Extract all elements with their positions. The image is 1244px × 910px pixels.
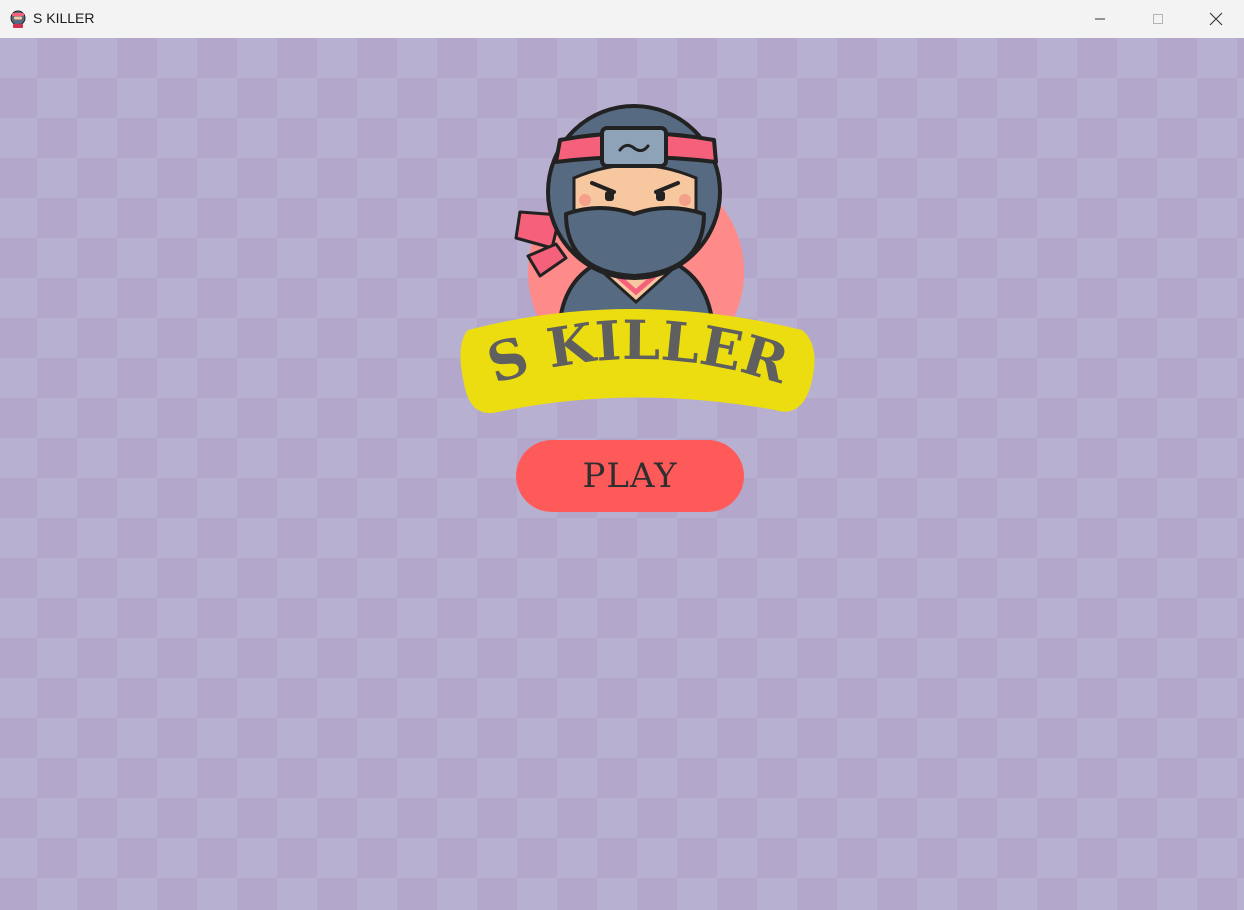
game-canvas: S KILLER PLAY [0,38,1244,910]
game-logo: S KILLER [460,104,815,414]
minimize-icon [1095,18,1105,20]
close-icon [1209,12,1223,26]
minimize-button[interactable] [1071,0,1129,38]
title-bar[interactable]: S KILLER [0,0,1244,38]
play-button[interactable]: PLAY [516,440,744,512]
close-button[interactable] [1187,0,1244,38]
maximize-button[interactable] [1129,0,1187,38]
maximize-icon [1153,14,1163,24]
window-title: S KILLER [33,10,95,26]
game-window: S KILLER S KILLER PLAY [0,0,1244,910]
play-button-label: PLAY [582,456,678,496]
ninja-icon [10,10,26,28]
